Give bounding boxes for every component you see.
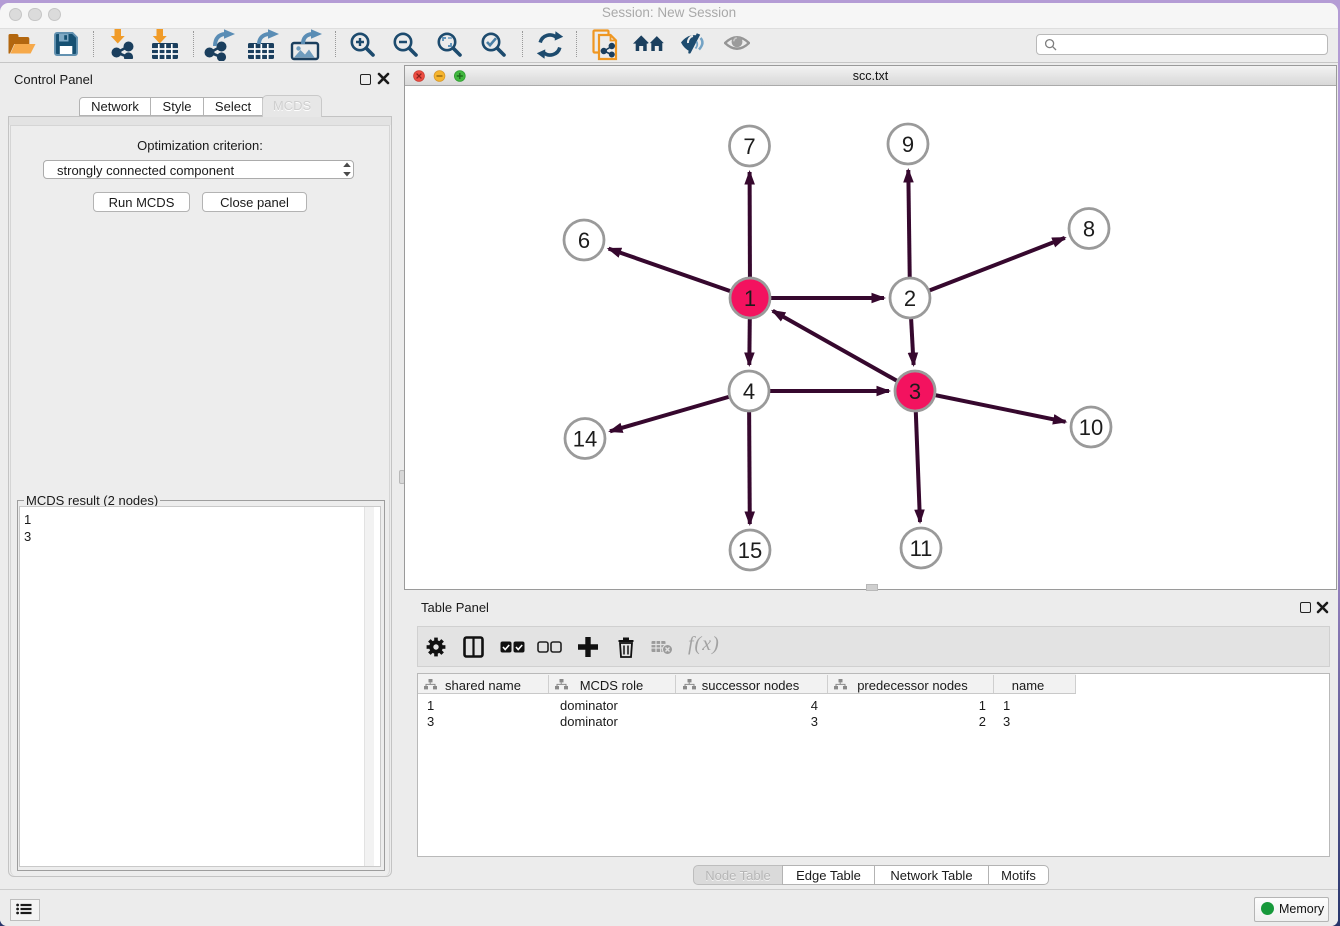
svg-text:11: 11: [910, 536, 933, 561]
svg-text:10: 10: [1079, 415, 1103, 440]
svg-text:3: 3: [909, 379, 921, 404]
svg-text:2: 2: [904, 286, 916, 311]
svg-text:8: 8: [1083, 217, 1095, 242]
svg-text:4: 4: [743, 379, 755, 404]
svg-text:9: 9: [902, 132, 914, 157]
svg-text:1: 1: [744, 286, 756, 311]
svg-text:6: 6: [578, 228, 590, 253]
svg-text:7: 7: [743, 134, 755, 159]
svg-text:14: 14: [573, 427, 597, 452]
svg-text:15: 15: [738, 538, 762, 563]
